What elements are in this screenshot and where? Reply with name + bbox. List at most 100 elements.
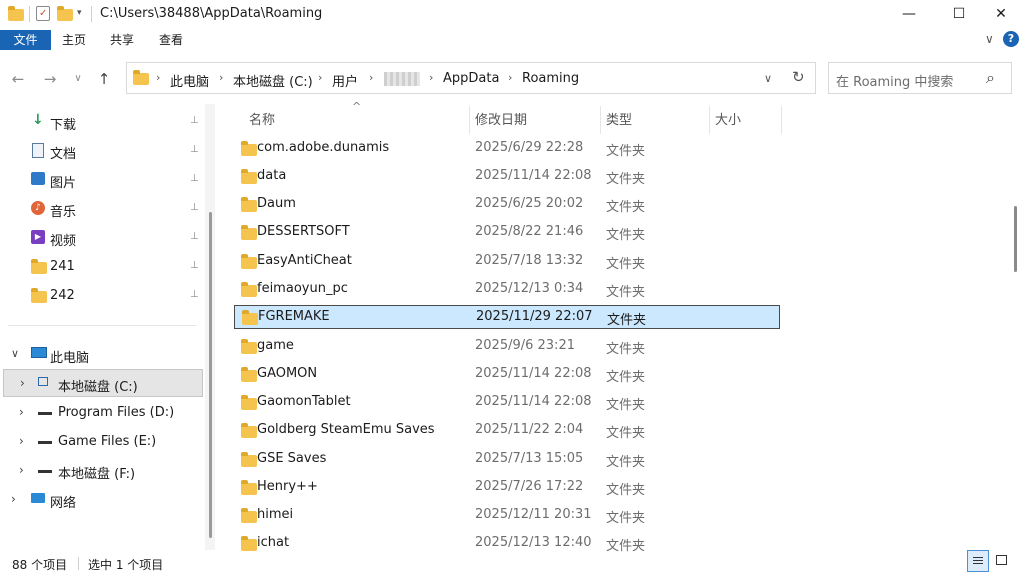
tab-file[interactable]: 文件 <box>0 30 51 50</box>
sidebar-item-downloads[interactable]: ↓ 下载 ⊥ <box>0 108 204 136</box>
file-row[interactable]: himei 2025/12/11 20:31 文件夹 <box>233 502 781 530</box>
file-name: EasyAntiCheat <box>257 253 352 268</box>
breadcrumb-roaming[interactable]: Roaming <box>522 71 579 86</box>
sidebar-item-music[interactable]: ♪ 音乐 ⊥ <box>0 195 204 223</box>
refresh-icon[interactable]: ↻ <box>792 68 805 86</box>
address-dropdown-icon[interactable]: ∨ <box>764 72 772 85</box>
details-view-icon <box>973 557 983 558</box>
search-icon[interactable]: ⌕ <box>986 68 995 88</box>
minimize-button[interactable]: — <box>886 0 932 30</box>
tab-share[interactable]: 共享 <box>104 30 140 50</box>
breadcrumb-separator[interactable]: › <box>369 71 373 84</box>
file-row[interactable]: GAOMON 2025/11/14 22:08 文件夹 <box>233 361 781 389</box>
breadcrumb-separator[interactable]: › <box>508 71 512 84</box>
redacted-username[interactable] <box>384 72 420 86</box>
folder-icon <box>241 282 257 301</box>
back-button[interactable]: ← <box>8 70 28 88</box>
maximize-button[interactable]: ☐ <box>936 0 982 30</box>
tab-home[interactable]: 主页 <box>56 30 92 50</box>
file-name: feimaoyun_pc <box>257 281 348 296</box>
sidebar-item-drive-e[interactable]: › Game Files (E:) <box>0 428 204 456</box>
file-row[interactable]: game 2025/9/6 23:21 文件夹 <box>233 333 781 361</box>
file-row[interactable]: Goldberg SteamEmu Saves 2025/11/22 2:04 文件… <box>233 417 781 445</box>
file-name: Goldberg SteamEmu Saves <box>257 422 435 437</box>
forward-button[interactable]: → <box>40 70 60 88</box>
file-row[interactable]: Daum 2025/6/25 20:02 文件夹 <box>233 191 781 219</box>
breadcrumb-separator[interactable]: › <box>156 71 160 84</box>
drive-icon <box>38 441 52 444</box>
file-row[interactable]: feimaoyun_pc 2025/12/13 0:34 文件夹 <box>233 276 781 304</box>
new-folder-icon[interactable] <box>57 6 73 21</box>
file-row[interactable]: DESSERTSOFT 2025/8/22 21:46 文件夹 <box>233 219 781 247</box>
customize-quick-access-icon[interactable]: ▾ <box>77 8 82 18</box>
column-header-size[interactable]: 大小 <box>715 108 741 134</box>
breadcrumb-separator[interactable]: › <box>219 71 223 84</box>
column-separator[interactable] <box>709 106 710 134</box>
tab-view[interactable]: 查看 <box>153 30 189 50</box>
file-row[interactable]: GaomonTablet 2025/11/14 22:08 文件夹 <box>233 389 781 417</box>
expand-icon[interactable]: › <box>19 405 24 419</box>
column-header-name[interactable]: 名称 <box>249 108 275 134</box>
file-type: 文件夹 <box>606 285 646 300</box>
breadcrumb-separator[interactable]: › <box>429 71 433 84</box>
expand-icon[interactable]: › <box>19 463 24 477</box>
drive-icon <box>38 470 52 473</box>
file-row[interactable]: ichat 2025/12/13 12:40 文件夹 <box>233 530 781 552</box>
expand-ribbon-icon[interactable]: ∨ <box>985 32 994 46</box>
breadcrumb-drive-c[interactable]: 本地磁盘 (C:) <box>233 71 313 90</box>
breadcrumb-appdata[interactable]: AppData <box>443 71 499 86</box>
pin-icon: ⊥ <box>190 289 199 300</box>
file-row[interactable]: data 2025/11/14 22:08 文件夹 <box>233 163 781 191</box>
sidebar-item-videos[interactable]: ▶ 视频 ⊥ <box>0 224 204 252</box>
file-list-scrollbar-thumb[interactable] <box>1014 206 1017 272</box>
sidebar-item-242[interactable]: 242 ⊥ <box>0 282 204 310</box>
expand-icon[interactable]: › <box>19 434 24 448</box>
folder-icon <box>241 339 257 358</box>
file-row-selected[interactable]: FGREMAKE 2025/11/29 22:07 文件夹 <box>234 305 780 329</box>
breadcrumb-this-pc[interactable]: 此电脑 <box>170 71 209 90</box>
breadcrumb-users[interactable]: 用户 <box>332 71 358 90</box>
column-separator[interactable] <box>469 106 470 134</box>
sidebar-item-drive-c[interactable]: › 本地磁盘 (C:) <box>3 369 203 397</box>
folder-icon <box>8 6 24 21</box>
folder-icon <box>241 367 257 386</box>
file-name: ichat <box>257 535 290 550</box>
pin-icon: ⊥ <box>190 260 199 271</box>
close-button[interactable]: ✕ <box>978 0 1024 30</box>
expand-icon[interactable]: › <box>11 492 16 506</box>
file-row[interactable]: EasyAntiCheat 2025/7/18 13:32 文件夹 <box>233 248 781 276</box>
sidebar-item-network[interactable]: › 网络 <box>0 486 204 514</box>
column-header-date[interactable]: 修改日期 <box>475 108 527 134</box>
details-view-button[interactable] <box>967 550 989 572</box>
up-button[interactable]: ↑ <box>94 70 114 88</box>
column-separator[interactable] <box>600 106 601 134</box>
sidebar-item-this-pc[interactable]: ∨ 此电脑 <box>0 341 204 369</box>
sidebar-scrollbar-thumb[interactable] <box>209 212 212 538</box>
pin-icon: ⊥ <box>190 173 199 184</box>
column-separator[interactable] <box>781 106 782 134</box>
file-row[interactable]: com.adobe.dunamis 2025/6/29 22:28 文件夹 <box>233 135 781 163</box>
breadcrumb-separator[interactable]: › <box>318 71 322 84</box>
drive-icon <box>38 377 48 386</box>
file-type: 文件夹 <box>606 257 646 272</box>
properties-icon[interactable]: ✓ <box>36 6 50 21</box>
recent-locations-button[interactable]: ∨ <box>68 70 88 88</box>
file-row[interactable]: GSE Saves 2025/7/13 15:05 文件夹 <box>233 446 781 474</box>
sidebar-item-pictures[interactable]: 图片 ⊥ <box>0 166 204 194</box>
help-icon[interactable]: ? <box>1003 31 1019 47</box>
expand-icon[interactable]: ∨ <box>11 347 19 360</box>
sidebar-item-drive-d[interactable]: › Program Files (D:) <box>0 399 204 427</box>
folder-icon <box>241 480 257 499</box>
column-header-type[interactable]: 类型 <box>606 108 632 134</box>
sidebar-item-241[interactable]: 241 ⊥ <box>0 253 204 281</box>
sidebar-item-documents[interactable]: 文档 ⊥ <box>0 137 204 165</box>
file-date: 2025/6/29 22:28 <box>475 140 584 155</box>
large-icons-view-button[interactable] <box>991 550 1013 572</box>
computer-icon <box>31 347 47 358</box>
network-icon <box>31 493 45 503</box>
file-date: 2025/7/13 15:05 <box>475 451 584 466</box>
file-row[interactable]: Henry++ 2025/7/26 17:22 文件夹 <box>233 474 781 502</box>
sidebar-item-drive-f[interactable]: › 本地磁盘 (F:) <box>0 457 204 485</box>
expand-icon[interactable]: › <box>20 376 25 390</box>
file-list-scrollbar[interactable] <box>1012 104 1022 550</box>
